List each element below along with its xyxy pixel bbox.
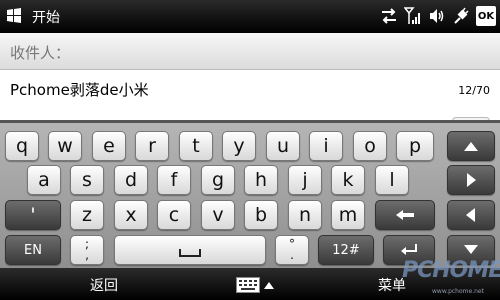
key-j[interactable]: j [288, 165, 322, 195]
key-d[interactable]: d [114, 165, 148, 195]
key-a[interactable]: a [27, 165, 61, 195]
key-r[interactable]: r [135, 131, 169, 161]
key-c[interactable]: c [157, 200, 191, 230]
status-bar: 开始 OK [0, 0, 500, 33]
signal-strength-icon[interactable] [404, 7, 422, 25]
arrow-up-icon [464, 142, 478, 151]
key-h[interactable]: h [244, 165, 278, 195]
key-e[interactable]: e [92, 131, 126, 161]
arrow-right-icon [467, 173, 476, 187]
arrow-left-icon [466, 208, 475, 222]
menu-softkey[interactable]: 菜单 [378, 275, 406, 295]
key-i[interactable]: i [309, 131, 343, 161]
volume-icon[interactable] [428, 7, 446, 25]
key-w[interactable]: w [48, 131, 82, 161]
enter-key[interactable] [383, 235, 435, 265]
enter-icon [401, 244, 417, 255]
space-icon [179, 249, 201, 257]
key-k[interactable]: k [331, 165, 365, 195]
key-q[interactable]: q [5, 131, 39, 161]
space-bar[interactable] [114, 235, 266, 265]
apostrophe-key[interactable]: ' [5, 200, 61, 230]
key-g[interactable]: g [201, 165, 235, 195]
key-v[interactable]: v [201, 200, 235, 230]
message-body-field[interactable]: Pchome剥落de小米 12/70 [0, 70, 500, 122]
key-u[interactable]: u [266, 131, 300, 161]
key-z[interactable]: z [70, 200, 104, 230]
key-y[interactable]: y [222, 131, 256, 161]
keyboard-icon [236, 277, 260, 293]
character-counter: 12/70 [458, 84, 490, 97]
softkey-bar: 返回 菜单 [0, 268, 500, 300]
input-panel-toggle[interactable] [236, 274, 282, 296]
windows-start-icon[interactable] [6, 8, 22, 24]
recipient-field[interactable]: 收件人： [0, 33, 500, 70]
data-connection-icon[interactable] [380, 7, 398, 25]
language-key[interactable]: EN [5, 235, 61, 265]
backspace-arrow-icon [396, 210, 414, 220]
backspace-key[interactable] [375, 200, 435, 230]
back-softkey[interactable]: 返回 [90, 275, 118, 295]
semicolon-comma-key[interactable]: ; , [70, 235, 104, 265]
key-p[interactable]: p [396, 131, 434, 161]
key-o[interactable]: o [353, 131, 387, 161]
battery-charging-icon[interactable] [452, 7, 470, 25]
key-b[interactable]: b [244, 200, 278, 230]
system-tray: OK [380, 6, 496, 26]
arrow-right-key[interactable] [447, 165, 495, 195]
chevron-up-icon [264, 282, 274, 289]
message-text: Pchome剥落de小米 [10, 81, 149, 99]
arrow-up-key[interactable] [447, 131, 495, 161]
key-n[interactable]: n [288, 200, 322, 230]
symbols-key[interactable]: 12# [318, 235, 374, 265]
key-x[interactable]: x [114, 200, 148, 230]
key-s[interactable]: s [70, 165, 104, 195]
degree-period-key[interactable]: ° . [275, 235, 309, 265]
key-t[interactable]: t [179, 131, 213, 161]
period-label: . [290, 248, 294, 262]
arrow-down-icon [464, 245, 478, 254]
key-m[interactable]: m [331, 200, 365, 230]
on-screen-keyboard: q w e r t y u i o p a s d f g h j k l ' … [0, 120, 500, 268]
key-l[interactable]: l [375, 165, 409, 195]
arrow-left-key[interactable] [447, 200, 495, 230]
recipient-label: 收件人： [10, 44, 71, 62]
comma-label: , [85, 248, 89, 262]
key-f[interactable]: f [157, 165, 191, 195]
start-title[interactable]: 开始 [32, 7, 60, 27]
arrow-down-key[interactable] [447, 235, 495, 265]
ok-button[interactable]: OK [476, 6, 496, 26]
